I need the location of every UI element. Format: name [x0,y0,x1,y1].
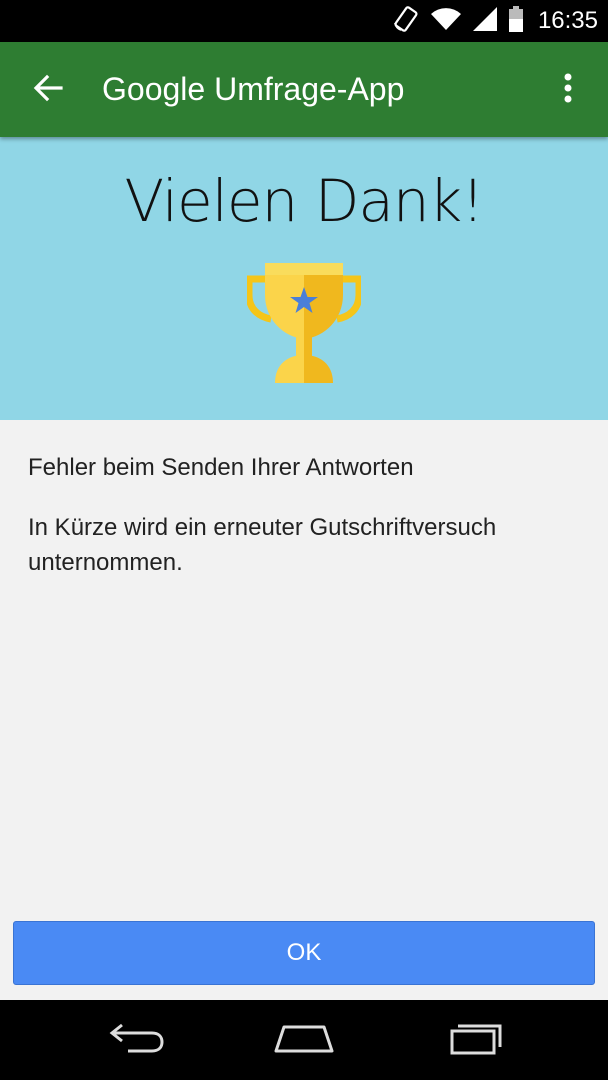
app-bar: Google Umfrage-App [0,42,608,137]
hero-title: Vielen Dank! [124,167,485,235]
overflow-menu-button[interactable] [546,68,590,112]
status-bar: 16:35 [0,0,608,42]
arrow-back-icon [33,73,63,108]
status-icons: 16:35 [392,0,598,42]
app-title: Google Umfrage-App [102,71,405,107]
hero-banner: Vielen Dank! [0,137,608,420]
nav-back-button[interactable] [100,1018,172,1062]
navigation-bar [0,1000,608,1080]
ok-button[interactable]: OK [13,921,595,985]
nav-home-button[interactable] [268,1018,340,1062]
battery-icon [508,5,524,38]
nav-recents-button[interactable] [440,1018,512,1062]
back-icon [106,1021,166,1060]
wifi-icon [430,6,462,37]
screen-rotation-icon [392,5,420,38]
recents-icon [446,1021,506,1060]
home-icon [272,1021,336,1060]
status-time: 16:35 [537,7,598,34]
error-message: Fehler beim Senden Ihrer Antworten [28,454,414,481]
signal-icon [472,6,498,37]
retry-message: In Kürze wird ein erneuter Gutschriftver… [28,510,588,580]
retry-message-line2: unternommen. [28,549,183,576]
trophy-icon [245,261,363,385]
screen: 16:35 Google Umfrage-App Vielen Dank! Fe… [0,0,608,1080]
retry-message-line1: In Kürze wird ein erneuter Gutschriftver… [28,514,497,541]
back-button[interactable] [22,64,74,116]
more-vert-icon [563,73,573,108]
